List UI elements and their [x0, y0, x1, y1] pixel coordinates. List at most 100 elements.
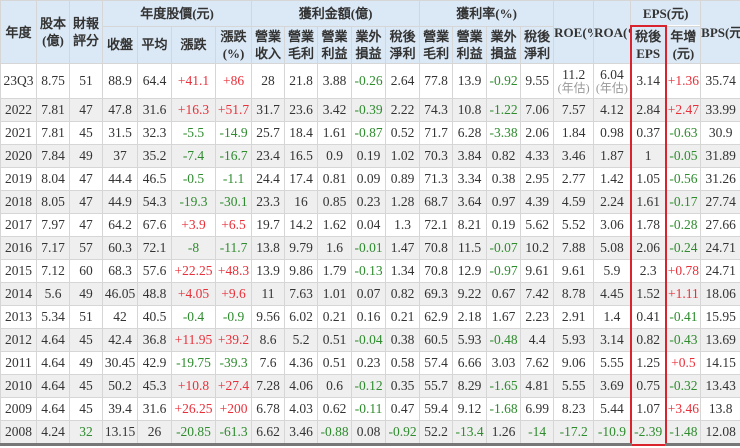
- cell-net-income: 0.21: [385, 305, 421, 329]
- cell-change-pct: -39.3: [214, 351, 253, 375]
- cell-eps-yoy: -0.63: [665, 121, 702, 145]
- cell-close: 31.5: [102, 121, 138, 145]
- cell-nonop: 0.09: [351, 167, 387, 191]
- cell-change-pct: -11.7: [214, 236, 253, 260]
- cell-roe: 3.46: [553, 144, 595, 168]
- cell-change: -7.4: [171, 144, 216, 168]
- estimate-note: (年估): [595, 81, 628, 95]
- cell-gross-rate: 70.8: [419, 259, 454, 283]
- header-revenue: 營業收入: [251, 25, 286, 64]
- cell-bps: 30.9: [700, 121, 740, 145]
- cell-close: 39.4: [102, 397, 138, 421]
- cell-roe: 2.77: [553, 167, 595, 191]
- cell-net-rate: 7.42: [520, 282, 555, 306]
- cell-close: 42.4: [102, 328, 138, 352]
- cell-nonop: -0.04: [351, 328, 387, 352]
- cell-change-pct: +48.3: [214, 259, 253, 283]
- cell-roa: 5.55: [593, 351, 632, 375]
- cell-bps: 31.89: [700, 144, 740, 168]
- cell-gross-rate: 57.4: [419, 351, 454, 375]
- cell-nonop: -0.39: [351, 98, 387, 122]
- table-row: 2021 7.81 45 31.5 32.3 -5.5 -14.9 25.7 18.4 1.61-…: [0, 121, 740, 145]
- cell-bps: 13.8: [700, 397, 740, 421]
- cell-year: 2019: [0, 167, 37, 191]
- cell-nonop: 0.23: [351, 190, 387, 214]
- cell-avg: 35.2: [137, 144, 172, 168]
- cell-avg: 64.4: [137, 63, 172, 99]
- cell-close: 60.3: [102, 236, 138, 260]
- header-eps-yoy: 年增(元): [665, 25, 702, 64]
- cell-op-income: 0.9: [317, 144, 353, 168]
- header-net: 稅後淨利: [385, 25, 421, 64]
- cell-roa: 1.4: [593, 305, 632, 329]
- cell-nonop-rate: -3.38: [486, 121, 522, 145]
- cell-eps-yoy: -0.32: [665, 374, 702, 398]
- cell-gross-profit: 14.2: [284, 213, 319, 237]
- cell-roa: 4.45: [593, 282, 632, 306]
- cell-avg: 31.6: [137, 397, 172, 421]
- cell-nonop: 0.19: [351, 144, 387, 168]
- cell-revenue: 31.7: [251, 98, 286, 122]
- cell-eps-yoy: -0.17: [665, 190, 702, 214]
- cell-roa: 1.42: [593, 167, 632, 191]
- header-change: 漲跌: [171, 25, 216, 64]
- cell-capital: 4.64: [36, 397, 70, 421]
- cell-op-rate: 8.29: [452, 374, 488, 398]
- cell-score: 47: [69, 98, 103, 122]
- header-gross: 營業毛利: [284, 25, 319, 64]
- cell-change-pct: -30.1: [214, 190, 253, 214]
- cell-net-rate: 9.55: [520, 63, 555, 99]
- cell-nonop-rate: 0.67: [486, 282, 522, 306]
- cell-change-pct: +6.5: [214, 213, 253, 237]
- cell-net-income: 1.02: [385, 144, 421, 168]
- cell-gross-profit: 4.06: [284, 374, 319, 398]
- cell-score: 32: [69, 420, 103, 446]
- header-score: 財報評分: [69, 0, 103, 64]
- cell-change: +11.95: [171, 328, 216, 352]
- cell-nonop-rate: 1.26: [486, 420, 522, 446]
- cell-year: 2009: [0, 397, 37, 421]
- cell-nonop: -0.11: [351, 397, 387, 421]
- header-gross-rate: 營業毛利: [419, 25, 454, 64]
- cell-change: -0.4: [171, 305, 216, 329]
- cell-gross-profit: 17.4: [284, 167, 319, 191]
- cell-net-income: 0.35: [385, 374, 421, 398]
- cell-roe: 5.55: [553, 374, 595, 398]
- cell-change: +22.25: [171, 259, 216, 283]
- cell-change: +16.3: [171, 98, 216, 122]
- cell-avg: 26: [137, 420, 172, 446]
- cell-gross-rate: 60.5: [419, 328, 454, 352]
- cell-gross-profit: 6.02: [284, 305, 319, 329]
- cell-op-income: 1.79: [317, 259, 353, 283]
- cell-nonop: 0.07: [351, 282, 387, 306]
- cell-year: 23Q3: [0, 63, 37, 99]
- header-close: 收盤: [102, 25, 138, 64]
- cell-change-pct: -61.3: [214, 420, 253, 446]
- cell-nonop: 0.16: [351, 305, 387, 329]
- cell-net-income: -0.92: [385, 420, 421, 446]
- header-eps: 稅後EPS: [629, 25, 667, 64]
- cell-op-rate: 5.93: [452, 328, 488, 352]
- table-row: 2020 7.84 49 37 35.2 -7.4 -16.7 23.4 16.5 0.9 0.19…: [0, 144, 740, 168]
- cell-eps: 1.07: [629, 397, 667, 421]
- cell-roa: 4.12: [593, 98, 632, 122]
- cell-nonop: -0.87: [351, 121, 387, 145]
- cell-eps: 0.82: [629, 328, 667, 352]
- cell-revenue: 13.9: [251, 259, 286, 283]
- cell-net-income: 1.47: [385, 236, 421, 260]
- cell-change-pct: +9.6: [214, 282, 253, 306]
- cell-op-rate: 3.64: [452, 190, 488, 214]
- cell-gross-rate: 59.4: [419, 397, 454, 421]
- cell-nonop-rate: 0.38: [486, 167, 522, 191]
- cell-change-pct: +51.7: [214, 98, 253, 122]
- cell-bps: 24.71: [700, 236, 740, 260]
- cell-op-income: 3.42: [317, 98, 353, 122]
- cell-nonop: -0.12: [351, 374, 387, 398]
- cell-net-rate: 9.61: [520, 259, 555, 283]
- cell-op-income: 3.88: [317, 63, 353, 99]
- cell-net-rate: 4.33: [520, 144, 555, 168]
- table-row: 2017 7.97 47 64.2 67.6 +3.9 +6.5 19.7 14.2 1.62 0.…: [0, 213, 740, 237]
- cell-avg: 46.5: [137, 167, 172, 191]
- cell-roe: 7.88: [553, 236, 595, 260]
- cell-eps: 2.84: [629, 98, 667, 122]
